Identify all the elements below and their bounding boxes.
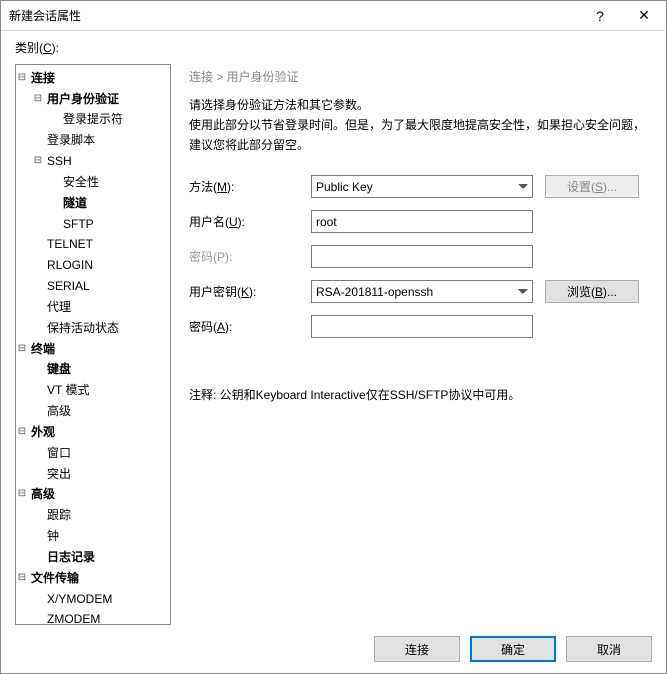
dialog-body: ⊟连接⊟用户身份验证·登录提示符·登录脚本⊟SSH·安全性·隧道·SFTP·TE… xyxy=(1,60,666,625)
tree-item[interactable]: 跟踪 xyxy=(44,505,74,525)
tree-item[interactable]: RLOGIN xyxy=(44,255,96,275)
tree-item[interactable]: 突出 xyxy=(44,464,74,484)
help-icon: ? xyxy=(596,8,604,24)
tree-expand-icon[interactable]: ⊟ xyxy=(16,568,28,588)
userkey-select[interactable]: RSA-201811-openssh xyxy=(311,280,533,303)
userkey-label: 用户密钥(K): xyxy=(189,283,299,300)
close-icon: ✕ xyxy=(638,7,650,24)
description-line1: 请选择身份验证方法和其它参数。 xyxy=(189,95,652,115)
cancel-button[interactable]: 取消 xyxy=(566,636,652,662)
tree-item[interactable]: 用户身份验证 xyxy=(44,89,122,109)
tree-item[interactable]: 日志记录 xyxy=(44,547,98,567)
settings-button[interactable]: 设置(S)... xyxy=(545,175,639,198)
username-label: 用户名(U): xyxy=(189,213,299,230)
category-label: 类别(C): xyxy=(1,31,666,60)
method-label: 方法(M): xyxy=(189,178,299,195)
description-line2: 使用此部分以节省登录时间。但是，为了最大限度地提高安全性，如果担心安全问题，建议… xyxy=(189,115,652,155)
titlebar: 新建会话属性 ? ✕ xyxy=(1,1,666,31)
description: 请选择身份验证方法和其它参数。 使用此部分以节省登录时间。但是，为了最大限度地提… xyxy=(189,95,652,175)
tree-item[interactable]: VT 模式 xyxy=(44,380,92,400)
content-panel: 连接 > 用户身份验证 请选择身份验证方法和其它参数。 使用此部分以节省登录时间… xyxy=(171,64,652,625)
passphrase-label: 密码(A): xyxy=(189,318,299,335)
tree-expand-icon[interactable]: ⊟ xyxy=(16,68,28,88)
tree-item[interactable]: 代理 xyxy=(44,297,74,317)
tree-item[interactable]: 隧道 xyxy=(60,193,90,213)
password-label: 密码(P): xyxy=(189,248,299,265)
tree-item[interactable]: 高级 xyxy=(28,484,58,504)
username-input[interactable] xyxy=(311,210,533,233)
dialog-footer: 连接 确定 取消 xyxy=(1,625,666,673)
dialog-window: 新建会话属性 ? ✕ 类别(C): ⊟连接⊟用户身份验证·登录提示符·登录脚本⊟… xyxy=(0,0,667,674)
browse-button[interactable]: 浏览(B)... xyxy=(545,280,639,303)
tree-item[interactable]: TELNET xyxy=(44,234,96,254)
tree-item[interactable]: 外观 xyxy=(28,422,58,442)
password-input xyxy=(311,245,533,268)
tree-expand-icon[interactable]: ⊟ xyxy=(32,151,44,171)
window-title: 新建会话属性 xyxy=(9,7,578,24)
tree-item[interactable]: SSH xyxy=(44,151,75,171)
ok-button[interactable]: 确定 xyxy=(470,636,556,662)
tree-item[interactable]: 窗口 xyxy=(44,443,74,463)
auth-form: 方法(M): Public Key 设置(S)... 用户名(U): 密码(P)… xyxy=(189,175,652,338)
tree-expand-icon[interactable]: ⊟ xyxy=(16,339,28,359)
method-select[interactable]: Public Key xyxy=(311,175,533,198)
tree-item[interactable]: SFTP xyxy=(60,214,97,234)
tree-item[interactable]: 高级 xyxy=(44,401,74,421)
tree-item[interactable]: 键盘 xyxy=(44,359,74,379)
category-tree[interactable]: ⊟连接⊟用户身份验证·登录提示符·登录脚本⊟SSH·安全性·隧道·SFTP·TE… xyxy=(15,64,171,625)
tree-item[interactable]: 连接 xyxy=(28,68,58,88)
tree-expand-icon[interactable]: ⊟ xyxy=(16,484,28,504)
close-button[interactable]: ✕ xyxy=(622,1,666,31)
help-button[interactable]: ? xyxy=(578,1,622,31)
tree-item[interactable]: ZMODEM xyxy=(44,609,103,625)
passphrase-input[interactable] xyxy=(311,315,533,338)
note-text: 注释: 公钥和Keyboard Interactive仅在SSH/SFTP协议中… xyxy=(189,386,652,403)
tree-expand-icon[interactable]: ⊟ xyxy=(16,422,28,442)
tree-item[interactable]: 文件传输 xyxy=(28,568,82,588)
tree-item[interactable]: X/YMODEM xyxy=(44,589,115,609)
breadcrumb: 连接 > 用户身份验证 xyxy=(189,68,652,95)
tree-item[interactable]: 钟 xyxy=(44,526,62,546)
connect-button[interactable]: 连接 xyxy=(374,636,460,662)
tree-item[interactable]: 登录提示符 xyxy=(60,109,126,129)
tree-item[interactable]: 终端 xyxy=(28,339,58,359)
tree-expand-icon[interactable]: ⊟ xyxy=(32,89,44,109)
tree-item[interactable]: 登录脚本 xyxy=(44,130,98,150)
tree-item[interactable]: 保持活动状态 xyxy=(44,318,122,338)
tree-item[interactable]: 安全性 xyxy=(60,172,102,192)
tree-item[interactable]: SERIAL xyxy=(44,276,93,296)
